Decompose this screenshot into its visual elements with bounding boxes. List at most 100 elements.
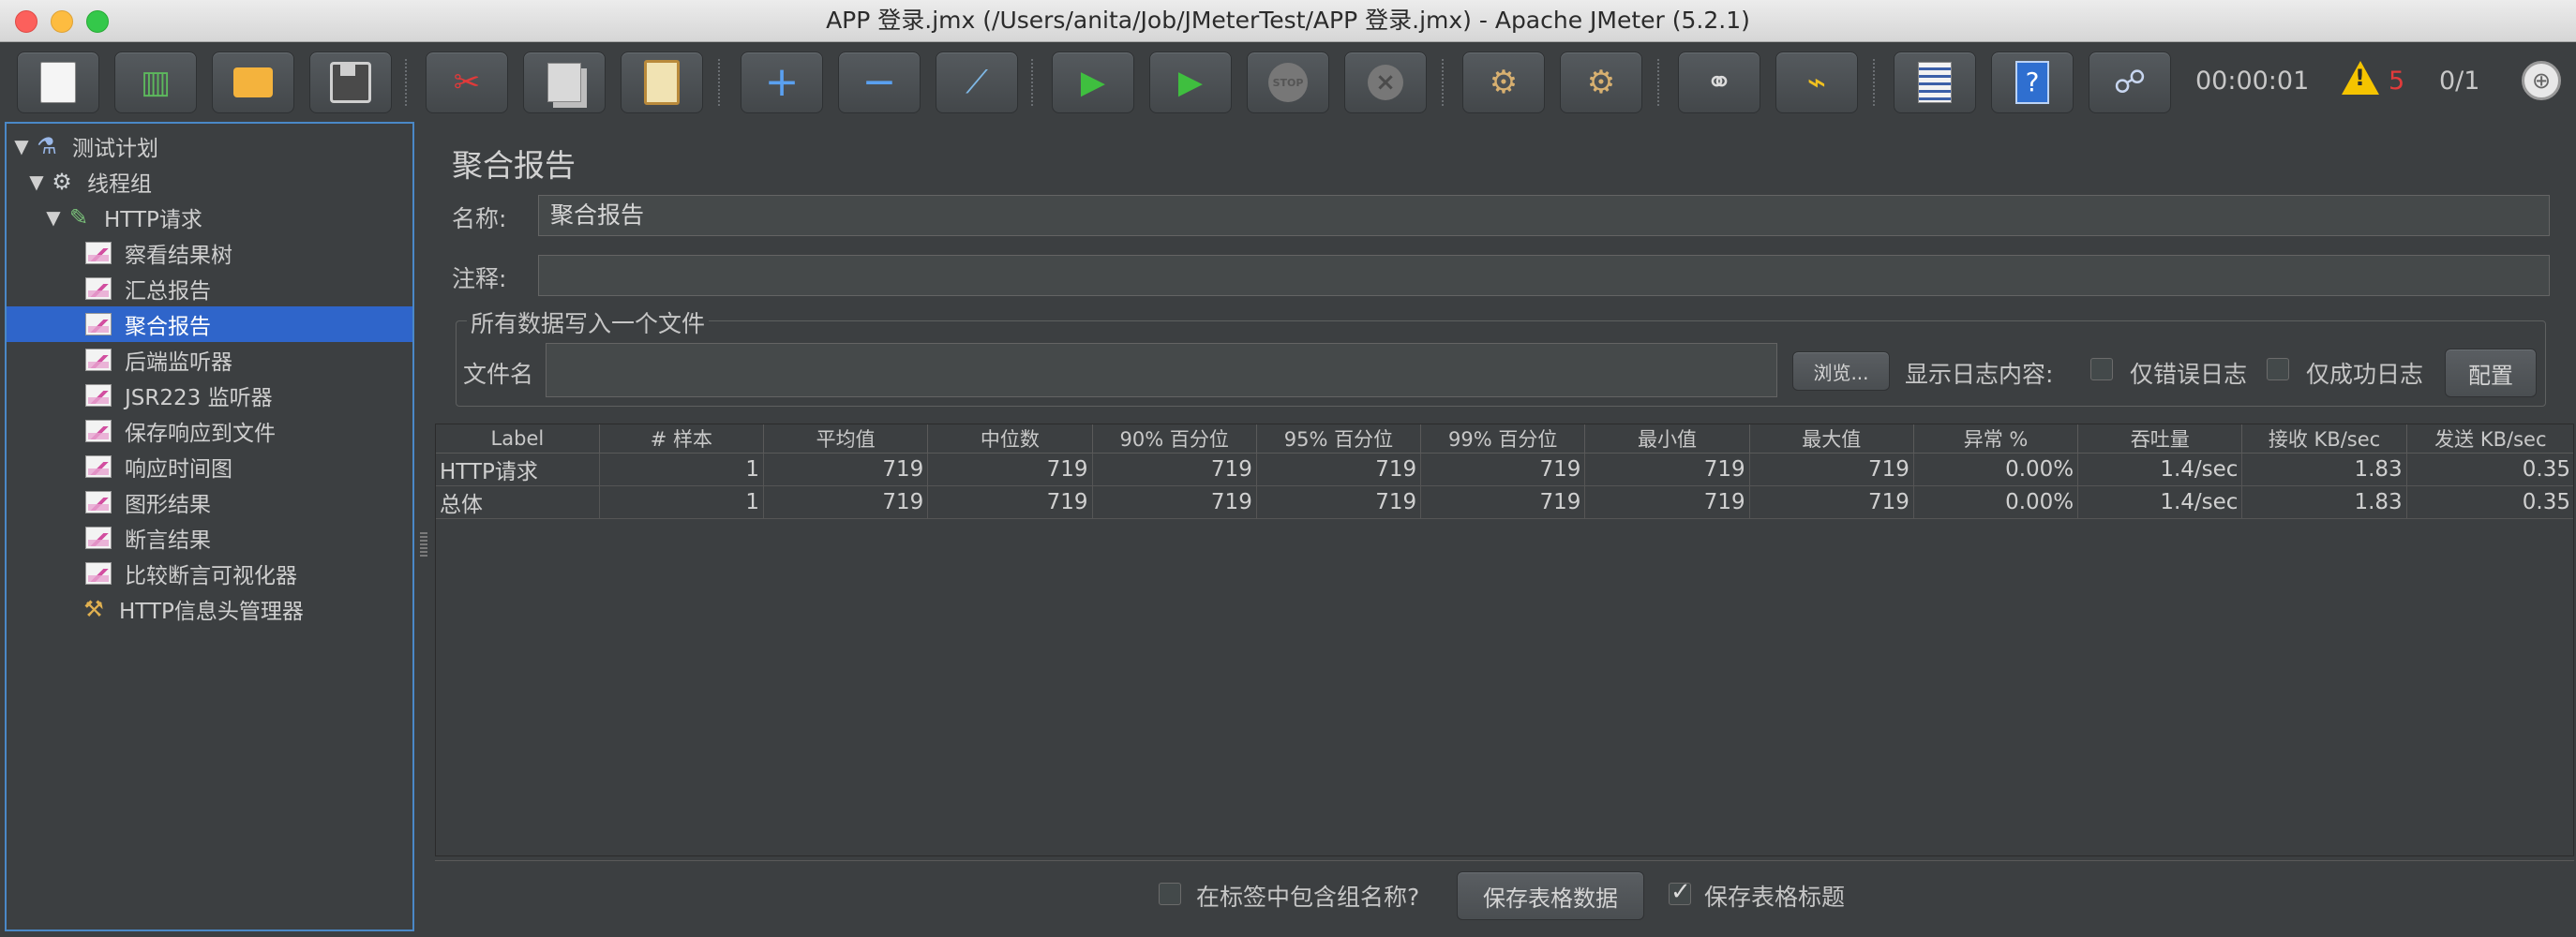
stop-icon: STOP bbox=[1268, 63, 1308, 102]
tree-item-label: 比较断言可视化器 bbox=[125, 564, 297, 588]
toggle-button[interactable]: ⟋ bbox=[936, 52, 1018, 113]
listener-icon bbox=[85, 242, 112, 264]
tree-item-assertion-results[interactable]: 断言结果 bbox=[7, 520, 412, 556]
results-table[interactable]: Label # 样本 平均值 中位数 90% 百分位 95% 百分位 99% 百… bbox=[435, 424, 2574, 856]
start-no-pauses-icon: ▶ bbox=[1177, 64, 1204, 101]
clear-icon: ⚙ bbox=[1489, 64, 1519, 101]
column-header[interactable]: 吞吐量 bbox=[2077, 424, 2243, 454]
start-button[interactable]: ▶ bbox=[1052, 52, 1134, 113]
help-button[interactable]: ? bbox=[1991, 52, 2074, 113]
function-helper-button[interactable] bbox=[1894, 52, 1976, 113]
warning-count[interactable]: 5 bbox=[2389, 42, 2404, 121]
listener-icon bbox=[85, 455, 112, 478]
table-cell: 719 bbox=[1584, 453, 1750, 486]
remote-status-icon[interactable]: ⊕ bbox=[2522, 61, 2561, 100]
reset-search-button[interactable]: ⌁ bbox=[1775, 52, 1858, 113]
toolbar-separator bbox=[718, 59, 720, 106]
column-header[interactable]: Label bbox=[436, 424, 600, 454]
table-cell: 1.4/sec bbox=[2077, 485, 2243, 519]
column-header[interactable]: 平均值 bbox=[763, 424, 929, 454]
tree-item-save-responses[interactable]: 保存响应到文件 bbox=[7, 413, 412, 449]
save-header-label[interactable]: 保存表格标题 bbox=[1704, 879, 1845, 913]
tree-item-view-results-tree[interactable]: 察看结果树 bbox=[7, 235, 412, 271]
table-cell: 0.00% bbox=[1913, 453, 2079, 486]
tree-item-graph-results[interactable]: 图形结果 bbox=[7, 484, 412, 520]
column-header[interactable]: 99% 百分位 bbox=[1420, 424, 1586, 454]
tree-item-test-plan[interactable]: ▼ ⚗ 测试计划 bbox=[7, 128, 412, 164]
expand-triangle-icon[interactable]: ▼ bbox=[42, 206, 65, 229]
expand-triangle-icon[interactable]: ▼ bbox=[10, 135, 33, 157]
name-field[interactable]: 聚合报告 bbox=[538, 195, 2550, 236]
table-cell: 719 bbox=[1092, 453, 1257, 486]
errors-only-checkbox[interactable] bbox=[2090, 358, 2113, 380]
tools-icon: ⚒ bbox=[83, 596, 104, 622]
table-cell: 719 bbox=[1256, 485, 1422, 519]
errors-only-label[interactable]: 仅错误日志 bbox=[2130, 356, 2247, 390]
configure-button[interactable]: 配置 bbox=[2445, 349, 2537, 397]
shutdown-button[interactable]: × bbox=[1344, 52, 1427, 113]
tree-item-compare-assertion[interactable]: 比较断言可视化器 bbox=[7, 556, 412, 591]
tree-item-header-manager[interactable]: ⚒ HTTP信息头管理器 bbox=[7, 591, 412, 627]
open-button[interactable] bbox=[212, 52, 294, 113]
tree-item-label: 保存响应到文件 bbox=[125, 422, 276, 446]
tree-item-label: 后端监听器 bbox=[125, 350, 232, 375]
cut-button[interactable]: ✂ bbox=[426, 52, 508, 113]
tree-item-label: 断言结果 bbox=[125, 528, 211, 553]
tree-item-aggregate-report[interactable]: 聚合报告 bbox=[7, 306, 412, 342]
comment-field[interactable] bbox=[538, 255, 2550, 296]
success-only-label[interactable]: 仅成功日志 bbox=[2306, 356, 2423, 390]
tree-item-summary-report[interactable]: 汇总报告 bbox=[7, 271, 412, 306]
save-table-data-button[interactable]: 保存表格数据 bbox=[1457, 871, 1644, 920]
gear-icon: ⚙ bbox=[52, 169, 72, 195]
collapse-all-button[interactable]: − bbox=[838, 52, 921, 113]
column-header[interactable]: # 样本 bbox=[599, 424, 765, 454]
copy-button[interactable] bbox=[523, 52, 606, 113]
tree-item-jsr223-listener[interactable]: JSR223 监听器 bbox=[7, 378, 412, 413]
filename-field[interactable] bbox=[546, 343, 1777, 397]
new-button[interactable] bbox=[17, 52, 99, 113]
include-group-label[interactable]: 在标签中包含组名称? bbox=[1196, 879, 1419, 913]
results-table-grid: Label # 样本 平均值 中位数 90% 百分位 95% 百分位 99% 百… bbox=[436, 424, 2573, 519]
split-pane-divider[interactable] bbox=[420, 532, 427, 558]
templates-button[interactable]: ▥ bbox=[114, 52, 197, 113]
table-row[interactable]: HTTP请求 1 719 719 719 719 719 719 719 0.0… bbox=[436, 453, 2573, 486]
tree-item-response-time-graph[interactable]: 响应时间图 bbox=[7, 449, 412, 484]
column-header[interactable]: 95% 百分位 bbox=[1256, 424, 1422, 454]
save-button[interactable] bbox=[309, 52, 392, 113]
tree-item-label: 响应时间图 bbox=[125, 457, 232, 482]
column-header[interactable]: 最大值 bbox=[1749, 424, 1914, 454]
table-row[interactable]: 总体 1 719 719 719 719 719 719 719 0.00% 1… bbox=[436, 485, 2573, 519]
search-icon: ⚭ bbox=[1705, 64, 1733, 101]
browse-button[interactable]: 浏览... bbox=[1792, 351, 1890, 391]
listener-icon bbox=[85, 420, 112, 442]
search-button[interactable]: ⚭ bbox=[1678, 52, 1760, 113]
expand-triangle-icon[interactable]: ▼ bbox=[25, 171, 48, 193]
tree-item-http-request[interactable]: ▼ ✎ HTTP请求 bbox=[7, 200, 412, 235]
column-header[interactable]: 接收 KB/sec bbox=[2241, 424, 2407, 454]
title-bar: APP 登录.jmx (/Users/anita/Job/JMeterTest/… bbox=[0, 0, 2576, 42]
tree-item-label: 线程组 bbox=[87, 172, 152, 197]
column-header[interactable]: 中位数 bbox=[927, 424, 1093, 454]
remote-button[interactable]: ☍ bbox=[2089, 52, 2171, 113]
column-header[interactable]: 异常 % bbox=[1913, 424, 2079, 454]
include-group-checkbox[interactable] bbox=[1159, 883, 1181, 905]
test-plan-tree[interactable]: ▼ ⚗ 测试计划 ▼ ⚙ 线程组 ▼ ✎ HTTP请求 察看结果树 汇总报告 聚… bbox=[5, 122, 414, 931]
start-no-pauses-button[interactable]: ▶ bbox=[1149, 52, 1232, 113]
tree-item-thread-group[interactable]: ▼ ⚙ 线程组 bbox=[7, 164, 412, 200]
help-icon: ? bbox=[2015, 61, 2049, 104]
clear-button[interactable]: ⚙ bbox=[1462, 52, 1545, 113]
paste-button[interactable] bbox=[621, 52, 703, 113]
file-section-title: 所有数据写入一个文件 bbox=[467, 305, 710, 339]
column-header[interactable]: 发送 KB/sec bbox=[2406, 424, 2573, 454]
success-only-checkbox[interactable] bbox=[2267, 358, 2289, 380]
stop-button[interactable]: STOP bbox=[1247, 52, 1329, 113]
window-title: APP 登录.jmx (/Users/anita/Job/JMeterTest/… bbox=[826, 7, 1750, 34]
toolbar-separator bbox=[1873, 59, 1875, 106]
active-threads: 0/1 bbox=[2439, 67, 2480, 96]
tree-item-backend-listener[interactable]: 后端监听器 bbox=[7, 342, 412, 378]
save-header-checkbox[interactable] bbox=[1669, 878, 1691, 906]
column-header[interactable]: 最小值 bbox=[1584, 424, 1750, 454]
expand-all-button[interactable]: + bbox=[741, 52, 823, 113]
column-header[interactable]: 90% 百分位 bbox=[1092, 424, 1257, 454]
clear-all-button[interactable]: ⚙ bbox=[1560, 52, 1642, 113]
